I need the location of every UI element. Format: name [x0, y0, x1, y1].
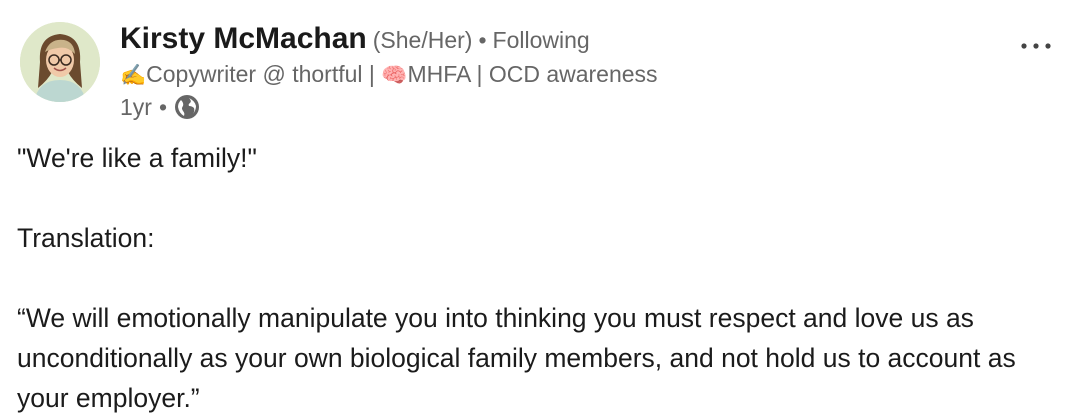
writing-hand-icon: ✍️: [120, 64, 147, 87]
globe-icon: [174, 94, 200, 120]
separator-dot: •: [478, 27, 487, 53]
author-name[interactable]: Kirsty McMachan: [120, 22, 367, 55]
post-time[interactable]: 1yr: [120, 90, 152, 124]
post-meta: 1yr •: [120, 90, 658, 124]
more-options-icon[interactable]: [1018, 36, 1054, 56]
avatar[interactable]: [20, 22, 100, 102]
meta-separator-dot: •: [158, 94, 168, 120]
post-line-quote: "We're like a family!": [17, 143, 257, 173]
profile-photo-icon: [20, 22, 100, 102]
name-line: Kirsty McMachan (She/Her) • Following: [120, 20, 658, 58]
post-body: "We're like a family!" Translation: “We …: [17, 138, 1057, 418]
headline-part-1: Copywriter @ thortful |: [146, 61, 382, 87]
following-status[interactable]: Following: [493, 27, 590, 53]
pronouns: (She/Her): [372, 27, 473, 53]
brain-icon: 🧠: [381, 64, 408, 87]
author-headline: ✍️Copywriter @ thortful | 🧠MHFA | OCD aw…: [120, 58, 658, 90]
post-line-explanation: “We will emotionally manipulate you into…: [17, 303, 1016, 413]
headline-part-2: MHFA | OCD awareness: [407, 61, 658, 87]
author-block: Kirsty McMachan (She/Her) • Following ✍️Cop…: [120, 20, 658, 124]
post-header: Kirsty McMachan (She/Her) • Following ✍️Cop…: [20, 20, 1060, 120]
post-line-translation: Translation:: [17, 223, 155, 253]
